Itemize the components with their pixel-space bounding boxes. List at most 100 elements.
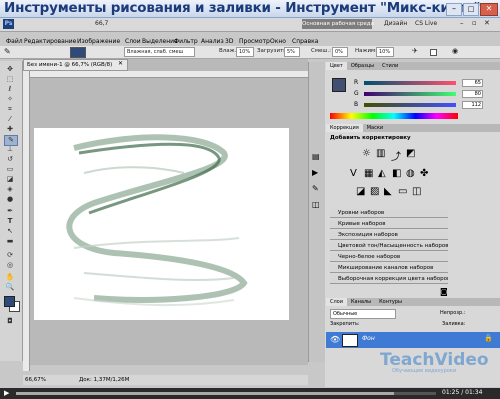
load-field[interactable]: 5%: [284, 47, 300, 57]
menu-edit[interactable]: Редактирование: [24, 38, 76, 45]
curves-icon[interactable]: ⤴: [391, 148, 401, 163]
preset-curves[interactable]: Кривые наборов: [330, 220, 448, 229]
invert-icon[interactable]: ◪: [356, 186, 365, 197]
blend-mode-select[interactable]: Обычные: [330, 309, 396, 319]
layer-row-background[interactable]: 👁 Фон 🔒: [326, 332, 500, 348]
tab-paths[interactable]: Контуры: [375, 298, 406, 306]
g-field[interactable]: 80: [462, 90, 483, 98]
tab-color[interactable]: Цвет: [326, 62, 347, 70]
r-field[interactable]: 65: [462, 79, 483, 87]
design-menu[interactable]: Дизайн: [384, 20, 407, 27]
sample-all-checkbox[interactable]: [430, 49, 437, 56]
adjust-footer-icon[interactable]: ◙: [440, 287, 448, 296]
tab-styles[interactable]: Стили: [378, 62, 402, 70]
hue-icon[interactable]: ▦: [364, 168, 373, 179]
visibility-eye-icon[interactable]: 👁: [330, 335, 340, 344]
selective-color-icon[interactable]: ◫: [412, 186, 421, 197]
vibrance-icon[interactable]: V: [350, 168, 357, 179]
menu-view[interactable]: Просмотр: [239, 38, 270, 45]
tab-swatches[interactable]: Образцы: [347, 62, 378, 70]
minimize-button[interactable]: –: [446, 3, 462, 16]
blur-tool-icon[interactable]: ◈: [4, 185, 16, 194]
r-slider[interactable]: [364, 81, 456, 85]
history-icon[interactable]: ▤: [312, 152, 320, 161]
b-field[interactable]: 112: [462, 101, 483, 109]
minimize-icon[interactable]: –: [460, 19, 464, 27]
zoom-select[interactable]: 66,7: [95, 20, 108, 27]
menu-analysis[interactable]: Анализ: [201, 38, 224, 45]
close-button[interactable]: ✕: [480, 3, 498, 16]
exposure-icon[interactable]: ◩: [406, 148, 415, 159]
tab-channels[interactable]: Каналы: [347, 298, 375, 306]
preset-selective-color[interactable]: Выборочная коррекция цвета наборов: [330, 275, 448, 284]
play-icon[interactable]: ▶: [4, 389, 9, 397]
menu-image[interactable]: Изображение: [77, 38, 120, 45]
document-tab-close-icon[interactable]: ✕: [118, 60, 123, 67]
layer-name[interactable]: Фон: [362, 335, 375, 342]
clone-source-icon[interactable]: ◫: [312, 200, 320, 209]
tab-masks[interactable]: Маски: [363, 124, 387, 132]
canvas[interactable]: [34, 128, 289, 320]
crop-tool-icon[interactable]: ⌗: [4, 105, 16, 114]
3d-rotate-tool-icon[interactable]: ⟳: [4, 251, 16, 260]
path-select-tool-icon[interactable]: ↖: [4, 227, 16, 236]
gradient-map-icon[interactable]: ▭: [398, 186, 407, 197]
type-tool-icon[interactable]: T: [4, 217, 16, 226]
menu-file[interactable]: Файл: [6, 38, 23, 45]
menu-layers[interactable]: Слои: [125, 38, 141, 45]
bucket-tool-icon[interactable]: ◪: [4, 175, 16, 184]
menu-select[interactable]: Выделение: [142, 38, 178, 45]
pen-tool-icon[interactable]: ✒: [4, 207, 16, 216]
photo-filter-icon[interactable]: ◍: [406, 168, 415, 179]
workspace-button[interactable]: Основная рабочая среда: [302, 19, 374, 29]
brush-mode-select[interactable]: Влажная, слаб. смеш: [124, 47, 195, 57]
levels-icon[interactable]: ▥: [376, 148, 385, 159]
quick-select-tool-icon[interactable]: ✧: [4, 95, 16, 104]
marquee-tool-icon[interactable]: ⬚: [4, 75, 16, 84]
menu-filter[interactable]: Фильтр: [174, 38, 198, 45]
color-spectrum-bar[interactable]: [330, 113, 458, 119]
preset-channel-mixer[interactable]: Микширование каналов наборов: [330, 264, 448, 273]
foreground-color-swatch[interactable]: [4, 296, 15, 307]
progress-track[interactable]: [16, 392, 436, 395]
3d-orbit-tool-icon[interactable]: ◎: [4, 261, 16, 270]
brush-presets-icon[interactable]: ✎: [312, 184, 319, 193]
restore-icon[interactable]: ▫: [472, 19, 477, 27]
history-brush-tool-icon[interactable]: ↺: [4, 155, 16, 164]
brush-tool-icon[interactable]: ✎: [4, 47, 11, 56]
brush-preview-swatch[interactable]: [70, 47, 86, 58]
eyedropper-tool-icon[interactable]: ⁄: [4, 115, 16, 124]
channel-mixer-icon[interactable]: ✤: [420, 168, 428, 179]
move-tool-icon[interactable]: ✥: [4, 65, 16, 74]
cs-live-button[interactable]: CS Live: [415, 20, 437, 27]
flow-field[interactable]: 10%: [376, 47, 394, 57]
threshold-icon[interactable]: ◣: [384, 186, 392, 197]
wet-field[interactable]: 10%: [236, 47, 254, 57]
close-icon[interactable]: ✕: [484, 19, 490, 27]
menu-help[interactable]: Справка: [292, 38, 318, 45]
document-tab[interactable]: Без имени-1 @ 66,7% (RGB/8): [23, 59, 128, 71]
mix-field[interactable]: 0%: [332, 47, 348, 57]
menu-window[interactable]: Окно: [270, 38, 286, 45]
preset-black-white[interactable]: Черно-белое наборов: [330, 253, 448, 262]
zoom-status[interactable]: 66,67%: [25, 375, 46, 385]
g-slider[interactable]: [364, 92, 456, 96]
preset-levels[interactable]: Уровни наборов: [330, 209, 448, 218]
dodge-tool-icon[interactable]: ●: [4, 195, 16, 204]
airbrush-icon[interactable]: ✈: [412, 47, 418, 55]
preset-exposure[interactable]: Экспозиция наборов: [330, 231, 448, 240]
bw-icon[interactable]: ◧: [392, 168, 401, 179]
preset-hue-saturation[interactable]: Цветовой тон/Насыщенность наборов: [330, 242, 448, 251]
posterize-icon[interactable]: ▨: [370, 186, 379, 197]
maximize-button[interactable]: □: [463, 3, 479, 16]
hand-tool-icon[interactable]: ✋: [4, 273, 16, 282]
foreground-color-preview[interactable]: [332, 78, 346, 92]
healing-tool-icon[interactable]: ✚: [4, 125, 16, 134]
menu-3d[interactable]: 3D: [225, 38, 233, 45]
quick-mask-icon[interactable]: ◘: [4, 317, 16, 326]
tab-layers[interactable]: Слои: [326, 298, 347, 306]
stamp-tool-icon[interactable]: ⊥: [4, 145, 16, 154]
lasso-tool-icon[interactable]: ℓ: [4, 85, 16, 94]
color-balance-icon[interactable]: ◭: [378, 168, 386, 179]
eraser-tool-icon[interactable]: ▭: [4, 165, 16, 174]
